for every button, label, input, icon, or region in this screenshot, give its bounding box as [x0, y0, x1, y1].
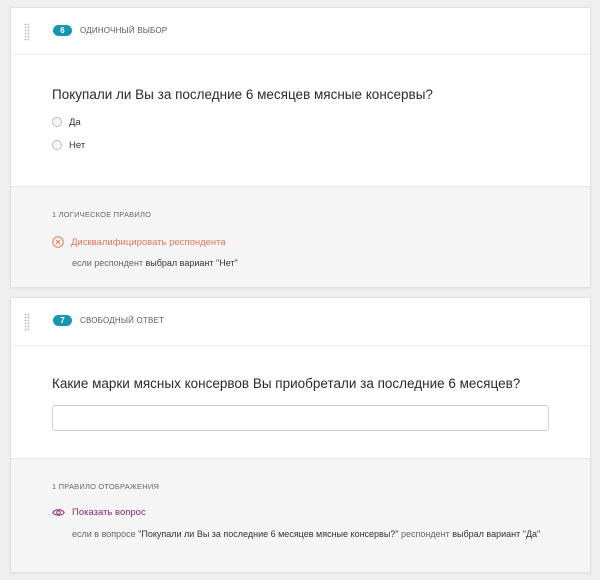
rule-action-label: Показать вопрос — [72, 507, 146, 518]
drag-handle-icon[interactable] — [24, 23, 30, 41]
drag-handle-icon[interactable] — [24, 313, 30, 331]
radio-button[interactable] — [52, 140, 62, 150]
option-yes[interactable]: Да — [52, 115, 81, 129]
eye-icon — [52, 508, 65, 517]
radio-button[interactable] — [52, 117, 62, 127]
rule-condition: если респондент выбрал вариант "Нет" — [72, 256, 238, 270]
question-type-label: ОДИНОЧНЫЙ ВЫБОР — [80, 26, 168, 35]
rule-cond-prefix: если респондент — [72, 258, 143, 268]
question-card-7: 7 СВОБОДНЫЙ ОТВЕТ Какие марки мясных кон… — [10, 297, 591, 573]
show-question-rule-link[interactable]: Показать вопрос — [52, 507, 146, 518]
rule-cond-main: выбрал вариант "Да" — [452, 529, 541, 539]
question-type-label: СВОБОДНЫЙ ОТВЕТ — [80, 316, 165, 325]
option-label: Да — [69, 116, 81, 128]
question-number-badge: 6 — [53, 25, 72, 36]
question-title: Какие марки мясных консервов Вы приобрет… — [52, 376, 521, 391]
rule-cond-prefix: если в вопросе — [72, 529, 136, 539]
rule-condition: если в вопросе "Покупали ли Вы за послед… — [72, 527, 542, 541]
display-rules-section: 1 ПРАВИЛО ОТОБРАЖЕНИЯ Показать вопрос ес… — [11, 458, 590, 572]
rules-title: 1 ПРАВИЛО ОТОБРАЖЕНИЯ — [52, 482, 160, 491]
close-circle-icon — [52, 236, 64, 248]
question-number-badge: 7 — [53, 315, 72, 326]
question-header: 7 СВОБОДНЫЙ ОТВЕТ — [11, 298, 590, 346]
rules-title: 1 ЛОГИЧЕСКОЕ ПРАВИЛО — [52, 210, 152, 219]
question-title: Покупали ли Вы за последние 6 месяцев мя… — [52, 87, 433, 102]
free-answer-input[interactable] — [52, 405, 549, 431]
question-card-6: 6 ОДИНОЧНЫЙ ВЫБОР Покупали ли Вы за посл… — [10, 7, 591, 288]
option-no[interactable]: Нет — [52, 138, 85, 152]
rule-cond-main: выбрал вариант "Нет" — [145, 258, 238, 268]
question-header: 6 ОДИНОЧНЫЙ ВЫБОР — [11, 8, 590, 55]
logic-rules-section: 1 ЛОГИЧЕСКОЕ ПРАВИЛО Дисквалифицировать … — [11, 186, 590, 287]
rule-cond-question: "Покупали ли Вы за последние 6 месяцев м… — [138, 529, 399, 539]
rule-action-label: Дисквалифицировать респондента — [71, 236, 226, 248]
rule-cond-mid: респондент — [401, 529, 450, 539]
option-label: Нет — [69, 139, 86, 151]
disqualify-rule-link[interactable]: Дисквалифицировать респондента — [52, 236, 226, 248]
